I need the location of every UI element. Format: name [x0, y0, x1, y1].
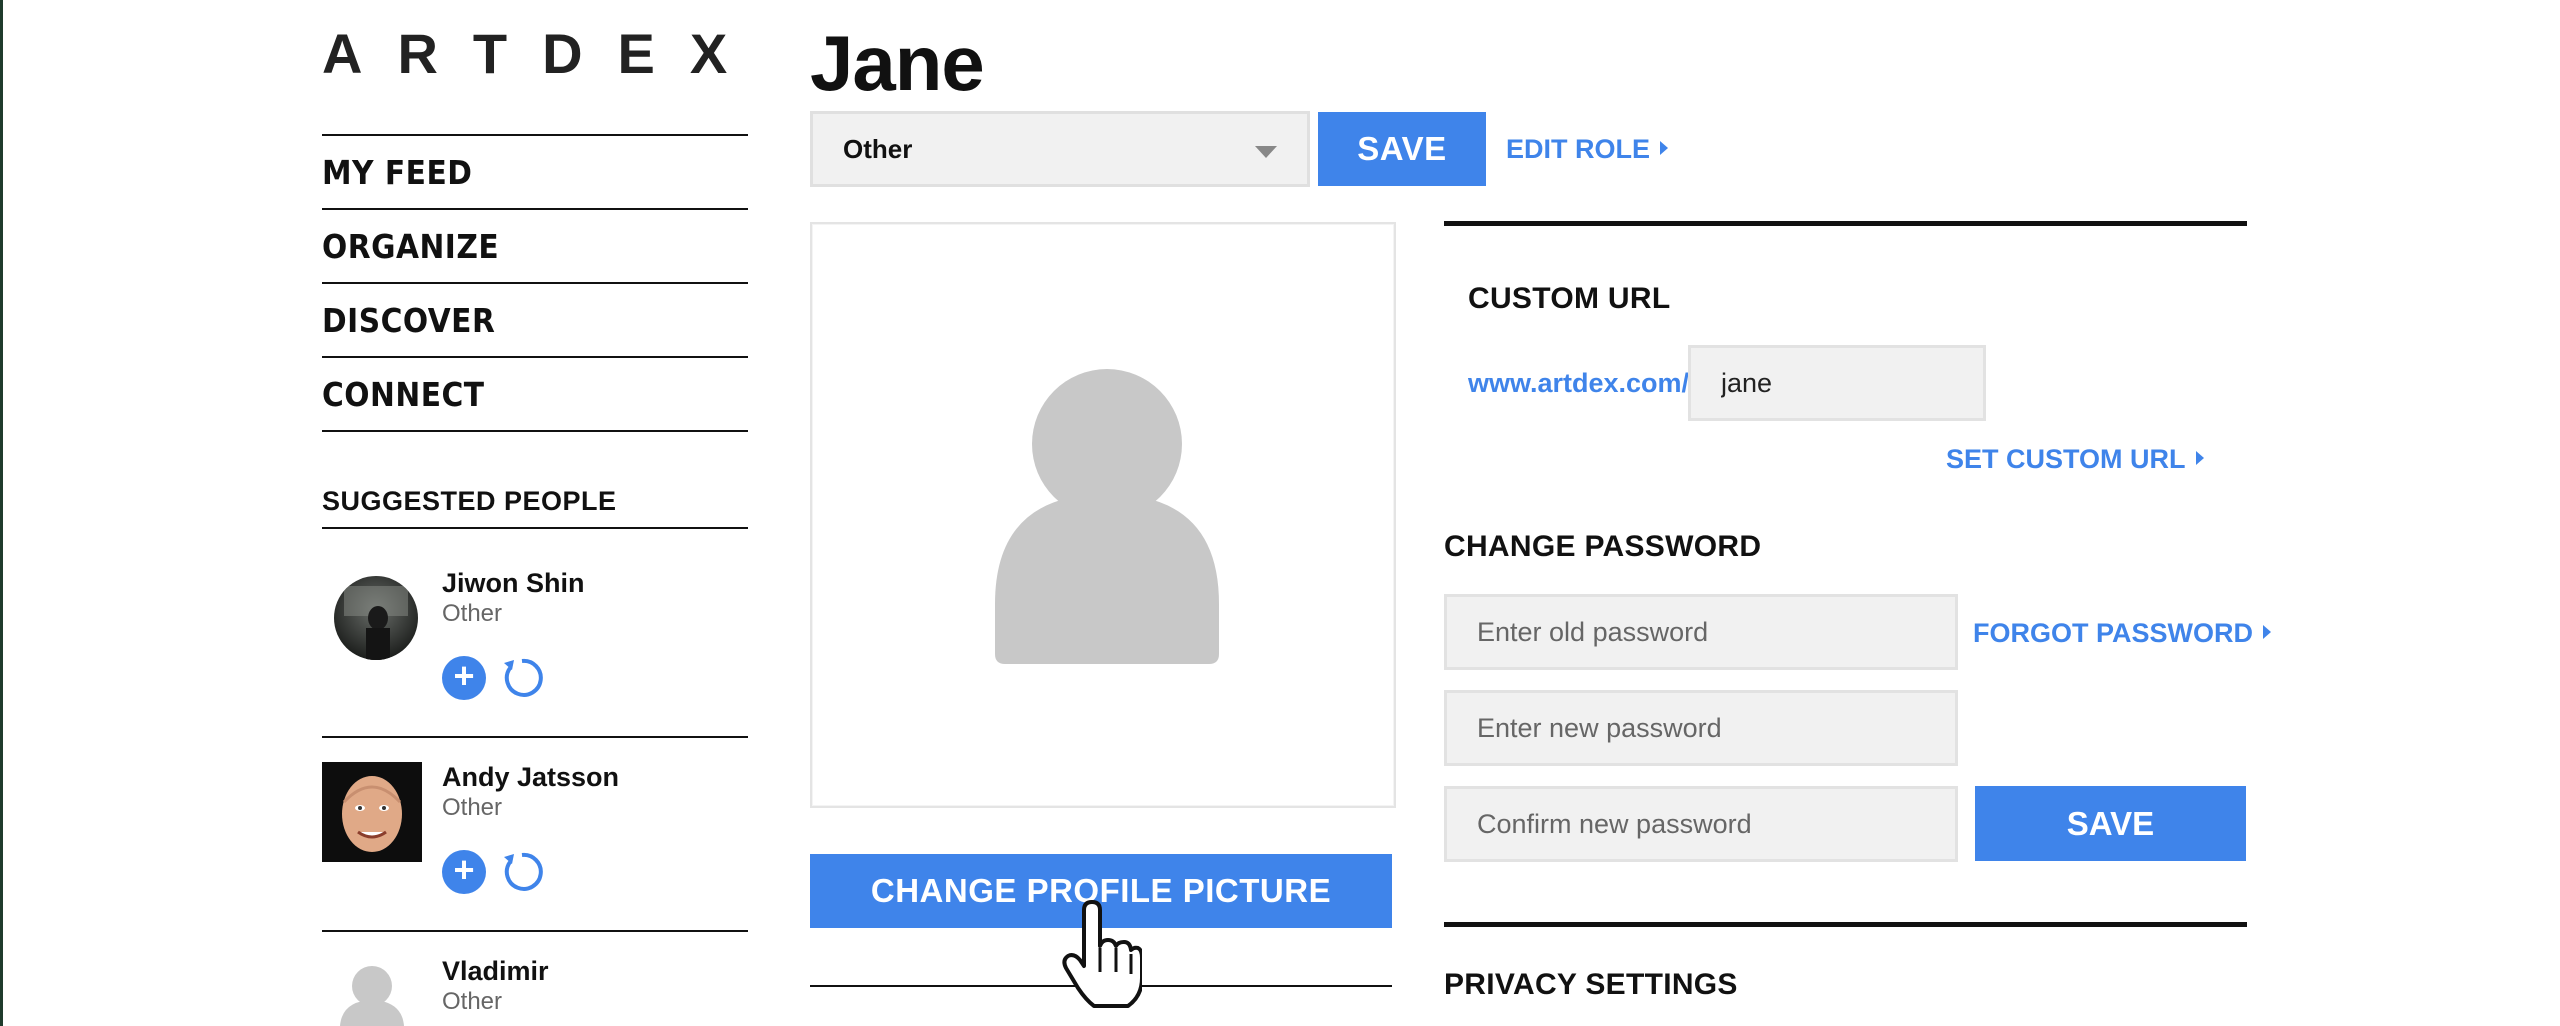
- nav-item-connect[interactable]: CONNECT: [322, 358, 748, 432]
- custom-url-heading: CUSTOM URL: [1468, 282, 1671, 315]
- plus-circle-icon[interactable]: +: [442, 656, 486, 700]
- avatar[interactable]: [322, 956, 422, 1026]
- new-password-field[interactable]: [1444, 690, 1958, 766]
- suggested-person: Vladimir Other: [322, 956, 748, 1026]
- divider: [322, 736, 748, 738]
- edit-role-link[interactable]: EDIT ROLE: [1506, 134, 1669, 165]
- forgot-password-label: FORGOT PASSWORD: [1973, 618, 2253, 648]
- person-role: Other: [442, 988, 503, 1015]
- window-edge: [0, 0, 3, 1026]
- suggested-people-heading: SUGGESTED PEOPLE: [322, 486, 617, 516]
- refresh-icon[interactable]: [500, 656, 544, 700]
- custom-url-input[interactable]: [1688, 345, 1986, 421]
- nav-item-my-feed[interactable]: MY FEED: [322, 136, 748, 210]
- chevron-down-icon: [1255, 146, 1277, 158]
- forgot-password-link[interactable]: FORGOT PASSWORD: [1973, 618, 2271, 649]
- caret-right-icon: [2263, 625, 2271, 639]
- set-custom-url-label: SET CUSTOM URL: [1946, 444, 2186, 474]
- plus-circle-icon[interactable]: +: [442, 850, 486, 894]
- person-role: Other: [442, 600, 503, 627]
- caret-right-icon: [1660, 141, 1669, 155]
- divider: [1444, 221, 2247, 226]
- avatar[interactable]: [322, 762, 422, 862]
- suggested-person: Andy Jatsson Other +: [322, 762, 748, 902]
- person-name[interactable]: Andy Jatsson: [442, 762, 619, 793]
- profile-picture: [810, 222, 1396, 808]
- privacy-settings-heading: PRIVACY SETTINGS: [1444, 968, 1738, 1001]
- caret-right-icon: [2195, 451, 2204, 465]
- user-placeholder-icon: [995, 369, 1219, 664]
- custom-url-prefix: www.artdex.com/: [1468, 368, 1690, 398]
- avatar[interactable]: [334, 576, 418, 660]
- person-role: Other: [442, 794, 503, 821]
- role-select-value: Other: [843, 134, 913, 164]
- edit-role-label: EDIT ROLE: [1506, 134, 1651, 164]
- set-custom-url-link[interactable]: SET CUSTOM URL: [1946, 444, 2204, 475]
- artdex-logo[interactable]: ARTDEX: [322, 26, 762, 82]
- nav-item-organize[interactable]: ORGANIZE: [322, 210, 748, 284]
- divider: [322, 527, 748, 529]
- nav-item-discover[interactable]: DISCOVER: [322, 284, 748, 358]
- divider: [1444, 922, 2247, 927]
- save-role-button[interactable]: SAVE: [1318, 112, 1486, 186]
- page-title: Jane: [810, 19, 985, 107]
- old-password-field[interactable]: [1444, 594, 1958, 670]
- role-select[interactable]: Other: [810, 111, 1310, 187]
- change-password-heading: CHANGE PASSWORD: [1444, 530, 1762, 563]
- main-nav: MY FEED ORGANIZE DISCOVER CONNECT: [322, 134, 748, 432]
- refresh-icon[interactable]: [500, 850, 544, 894]
- person-name[interactable]: Jiwon Shin: [442, 568, 585, 599]
- confirm-password-field[interactable]: [1444, 786, 1958, 862]
- person-name[interactable]: Vladimir: [442, 956, 549, 987]
- hand-cursor-icon: [1062, 900, 1142, 1008]
- divider: [322, 930, 748, 932]
- save-password-button[interactable]: SAVE: [1975, 786, 2246, 861]
- suggested-person: Jiwon Shin Other +: [322, 568, 748, 708]
